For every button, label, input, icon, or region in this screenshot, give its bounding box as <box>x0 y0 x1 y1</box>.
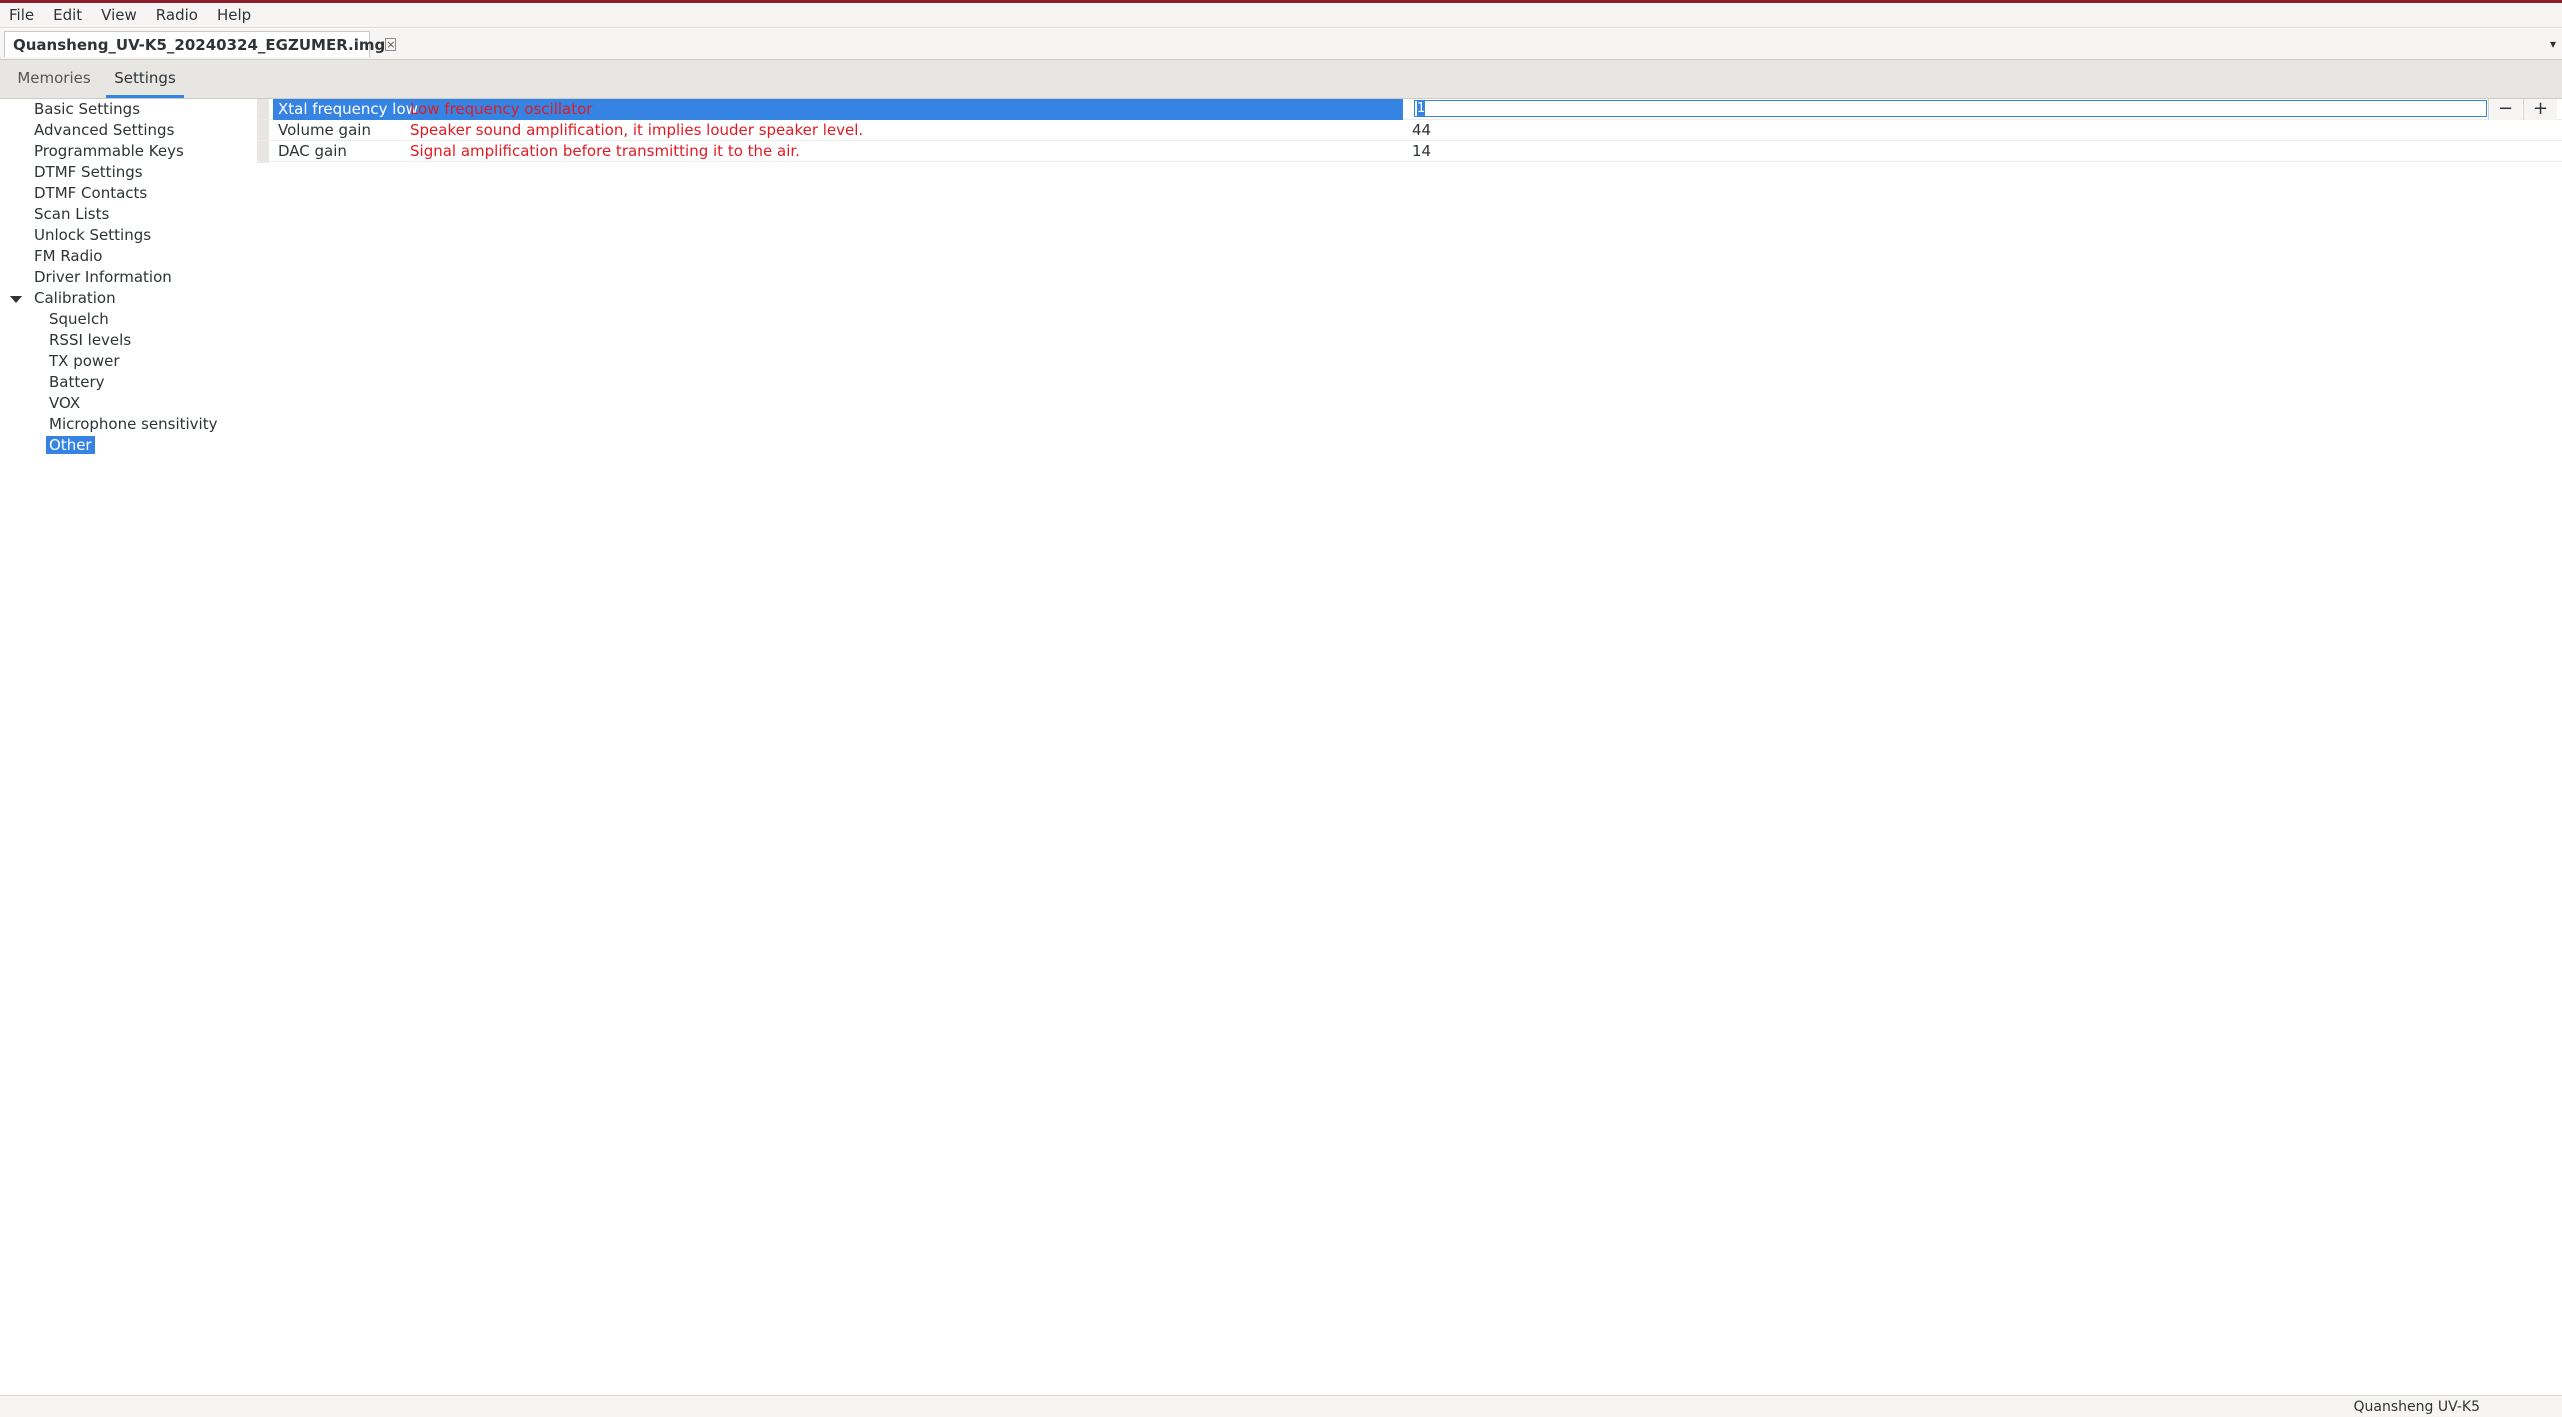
increment-button[interactable]: + <box>2523 99 2557 120</box>
decrement-button[interactable]: − <box>2488 99 2522 120</box>
menu-bar: File Edit View Radio Help <box>0 3 2562 28</box>
setting-value[interactable]: 44 <box>1412 120 1431 141</box>
tree-item-vox[interactable]: VOX <box>49 393 80 414</box>
tree-item-advanced-settings[interactable]: Advanced Settings <box>34 120 174 141</box>
menu-edit[interactable]: Edit <box>44 3 92 27</box>
xtal-frequency-low-input[interactable]: 1 <box>1414 100 2487 117</box>
tree-item-calibration[interactable]: Calibration <box>34 288 116 309</box>
close-icon[interactable]: × <box>385 38 397 51</box>
setting-row-xtal-frequency-low[interactable]: Xtal frequency low Low frequency oscilla… <box>257 99 2562 120</box>
settings-grid: Xtal frequency low Low frequency oscilla… <box>257 99 2562 163</box>
tab-memories[interactable]: Memories <box>8 60 100 98</box>
tree-item-microphone-sensitivity[interactable]: Microphone sensitivity <box>49 414 217 435</box>
setting-row-volume-gain[interactable]: Volume gain Speaker sound amplification,… <box>257 120 2562 141</box>
tree-item-dtmf-settings[interactable]: DTMF Settings <box>34 162 143 183</box>
setting-description: Speaker sound amplification, it implies … <box>410 121 864 139</box>
tree-item-fm-radio[interactable]: FM Radio <box>34 246 103 267</box>
document-tab[interactable]: Quansheng_UV-K5_20240324_EGZUMER.img × <box>4 31 397 57</box>
tree-item-squelch[interactable]: Squelch <box>49 309 109 330</box>
menu-radio[interactable]: Radio <box>147 3 208 27</box>
tree-item-battery[interactable]: Battery <box>49 372 105 393</box>
tree-item-driver-information[interactable]: Driver Information <box>34 267 172 288</box>
tree-item-scan-lists[interactable]: Scan Lists <box>34 204 109 225</box>
setting-description: Signal amplification before transmitting… <box>410 142 800 160</box>
document-tab-label: Quansheng_UV-K5_20240324_EGZUMER.img <box>13 35 386 54</box>
settings-tree: Basic Settings Advanced Settings Program… <box>0 99 256 1395</box>
status-bar: Quansheng UV-K5 <box>0 1395 2562 1417</box>
chevron-down-icon[interactable]: ▾ <box>2550 37 2556 51</box>
tree-item-basic-settings[interactable]: Basic Settings <box>34 99 140 120</box>
tree-item-rssi-levels[interactable]: RSSI levels <box>49 330 131 351</box>
status-text: Quansheng UV-K5 <box>2353 1399 2480 1415</box>
expander-down-icon[interactable] <box>10 296 22 303</box>
document-tab-bar: Quansheng_UV-K5_20240324_EGZUMER.img × ▾ <box>0 29 2562 60</box>
setting-value[interactable]: 14 <box>1412 141 1431 162</box>
setting-row-dac-gain[interactable]: DAC gain Signal amplification before tra… <box>257 141 2562 162</box>
tree-item-other[interactable]: Other <box>46 435 95 456</box>
setting-description: Low frequency oscillator <box>410 100 593 118</box>
tree-item-programmable-keys[interactable]: Programmable Keys <box>34 141 184 162</box>
setting-value: 1 <box>1417 101 1426 116</box>
menu-file[interactable]: File <box>0 3 44 27</box>
chirp-window: File Edit View Radio Help Quansheng_UV-K… <box>0 0 2562 1417</box>
tree-item-dtmf-contacts[interactable]: DTMF Contacts <box>34 183 147 204</box>
tree-item-tx-power[interactable]: TX power <box>49 351 120 372</box>
tree-item-unlock-settings[interactable]: Unlock Settings <box>34 225 151 246</box>
menu-view[interactable]: View <box>92 3 147 27</box>
tab-settings[interactable]: Settings <box>106 60 184 98</box>
notebook-tab-bar: Memories Settings <box>0 60 2562 99</box>
menu-help[interactable]: Help <box>208 3 261 27</box>
